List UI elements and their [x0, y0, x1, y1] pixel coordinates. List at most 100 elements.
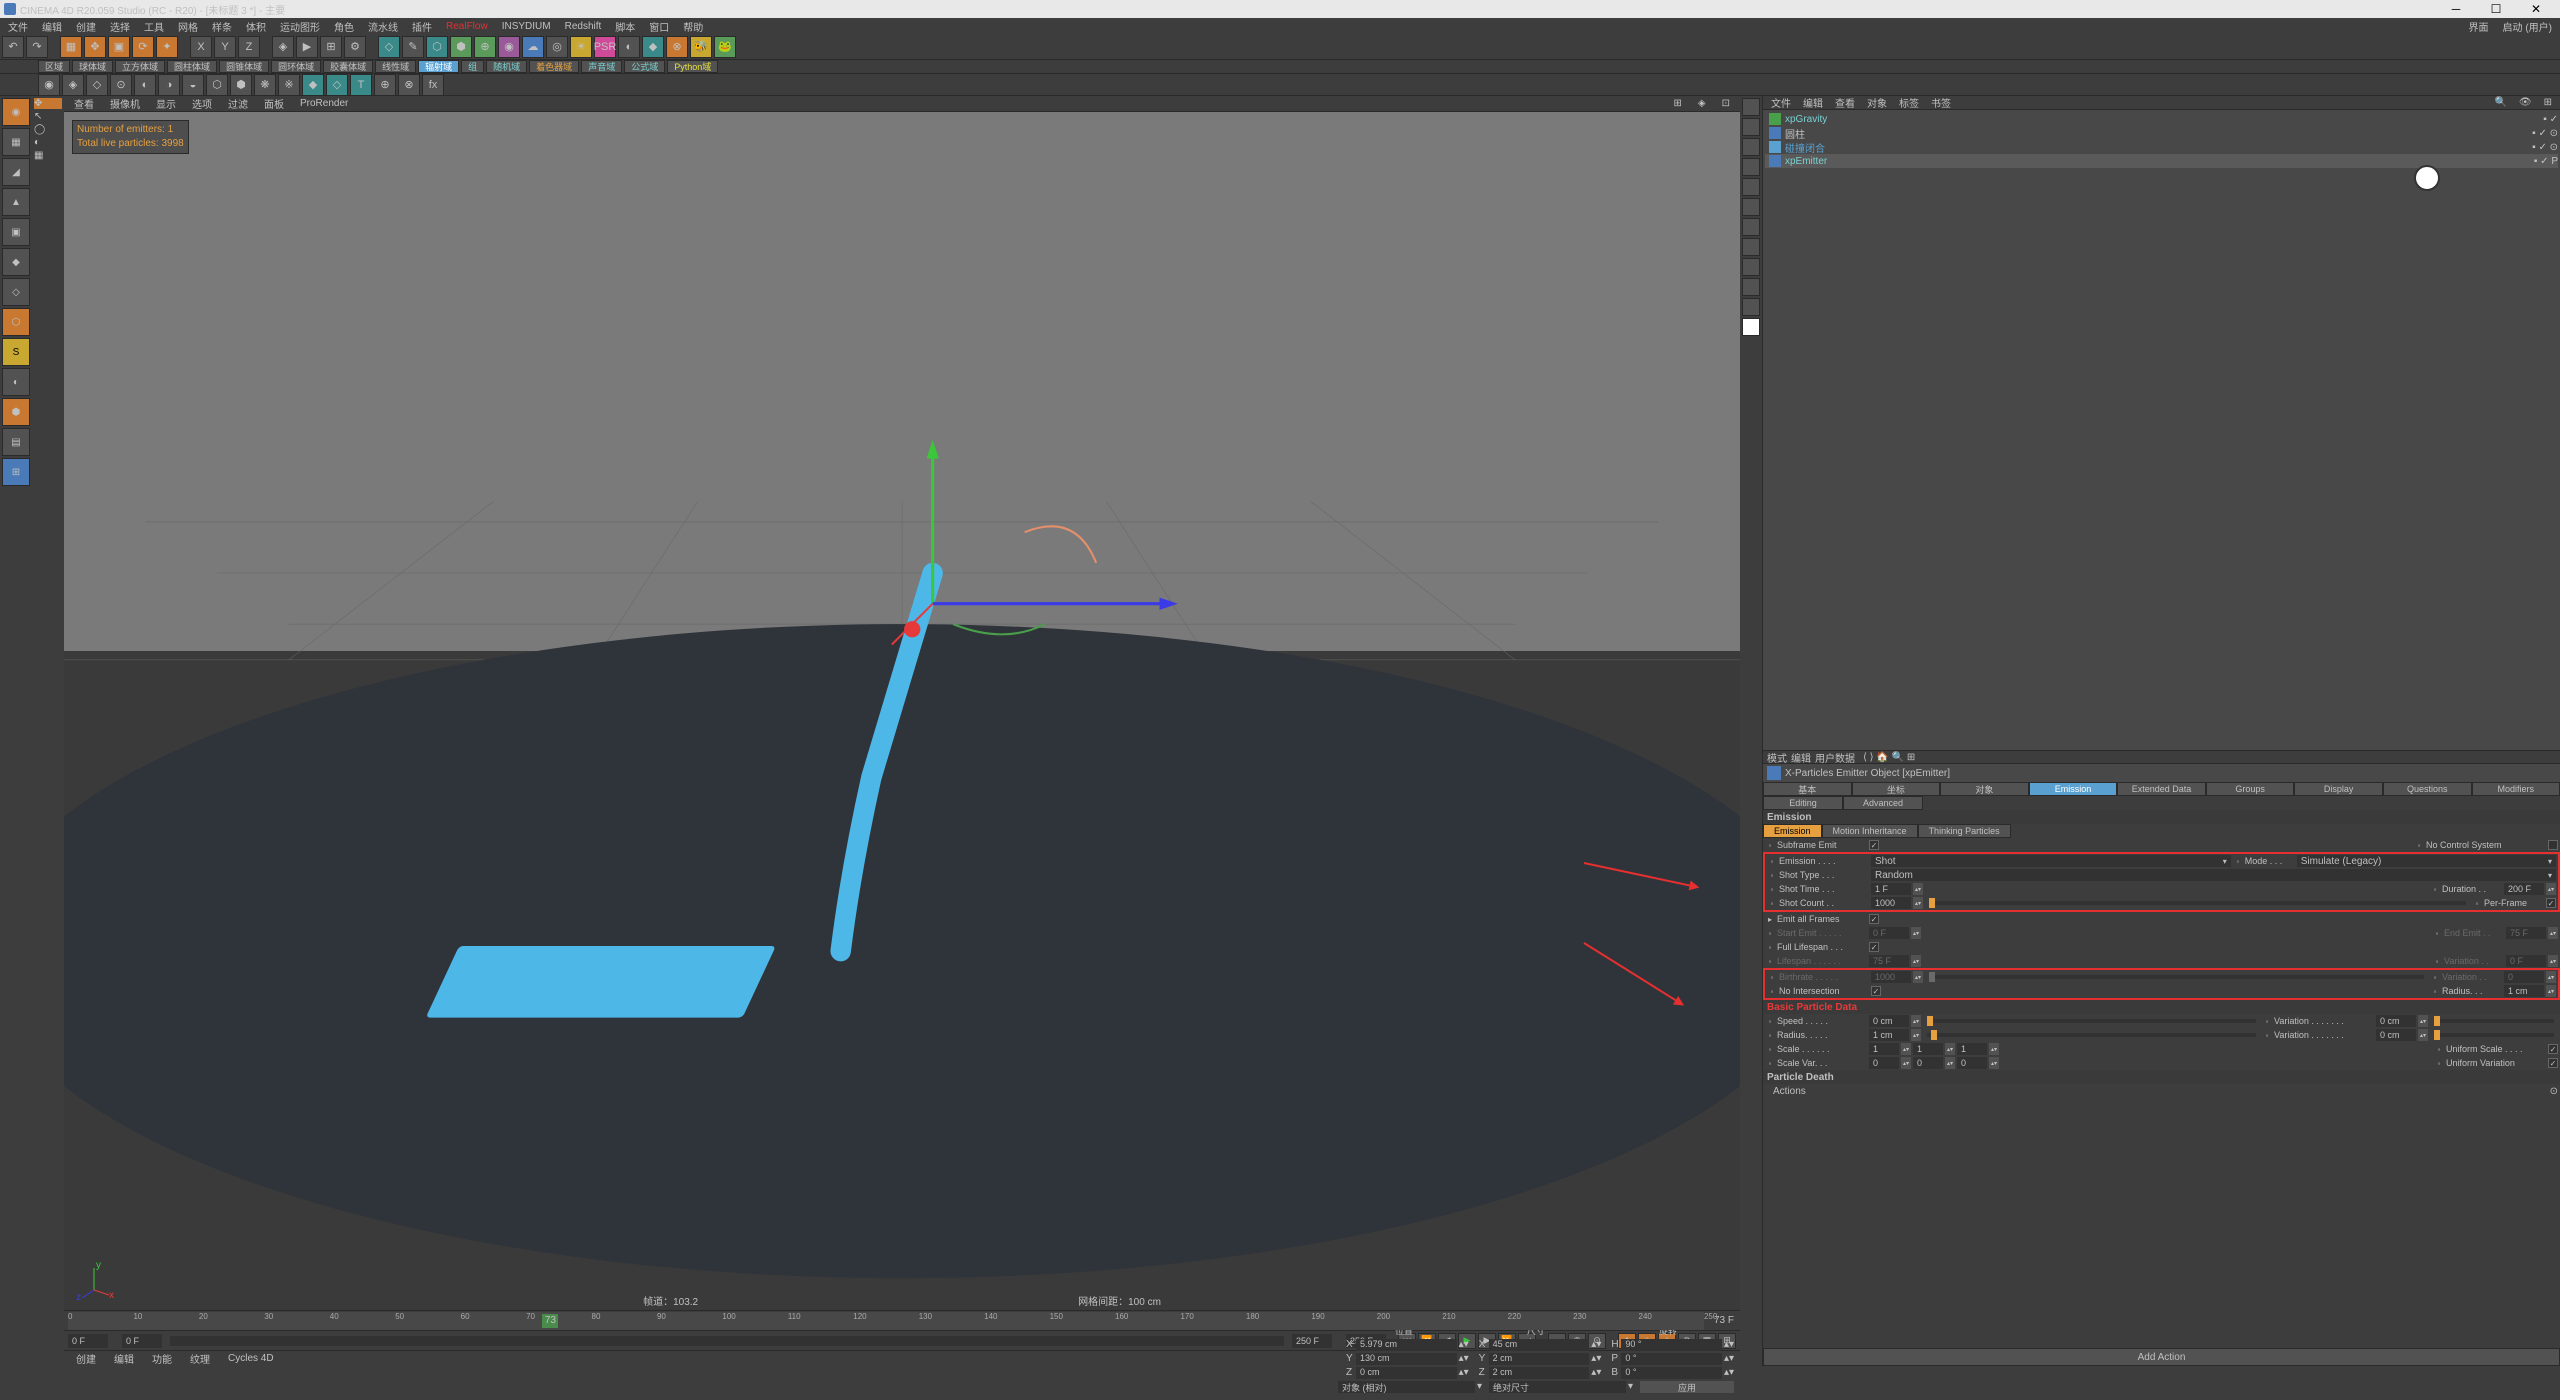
menu-select[interactable]: 选择 — [104, 19, 136, 34]
xp-icon[interactable]: ⊗ — [666, 36, 688, 58]
close-button[interactable]: ✕ — [2516, 0, 2556, 18]
speed-input[interactable]: 0 cm — [1869, 1015, 1909, 1027]
t3-12[interactable]: ◆ — [302, 74, 324, 96]
bt-edit[interactable]: 编辑 — [106, 1351, 142, 1366]
duration-input[interactable]: 200 F — [2504, 883, 2544, 895]
rt-1[interactable] — [1742, 98, 1760, 116]
vp-icon-1[interactable]: ⊞ — [1668, 98, 1688, 109]
cube-primitive[interactable]: ◇ — [378, 36, 400, 58]
lt-9[interactable]: S — [2, 338, 30, 366]
timeline-slider[interactable] — [170, 1336, 1284, 1346]
array[interactable]: ⊕ — [474, 36, 496, 58]
select-tool[interactable]: ▦ — [60, 36, 82, 58]
menu-volume[interactable]: 体积 — [240, 19, 272, 34]
scalevar-z[interactable]: 0 — [1957, 1057, 1987, 1069]
t3-3[interactable]: ◇ — [86, 74, 108, 96]
om-view[interactable]: 查看 — [1831, 95, 1859, 110]
pradius-slider[interactable] — [1927, 1033, 2256, 1037]
tab-groups[interactable]: Groups — [2206, 782, 2295, 796]
t3-6[interactable]: ◑ — [158, 74, 180, 96]
generator[interactable]: ⬢ — [450, 36, 472, 58]
tab-basic[interactable]: 基本 — [1763, 782, 1852, 796]
lt-model[interactable]: ◉ — [2, 98, 30, 126]
subframe-checkbox[interactable]: ✓ — [1869, 840, 1879, 850]
rt-11[interactable] — [1742, 298, 1760, 316]
vp-icon-3[interactable]: ⊡ — [1716, 98, 1736, 109]
size-y[interactable]: 2 cm — [1489, 1353, 1590, 1365]
scalevar-x[interactable]: 0 — [1869, 1057, 1899, 1069]
undo-button[interactable]: ↶ — [2, 36, 24, 58]
bee-icon[interactable]: 🐝 — [690, 36, 712, 58]
menu-redshift[interactable]: Redshift — [559, 21, 608, 32]
t3-4[interactable]: ⊙ — [110, 74, 132, 96]
pos-z[interactable]: 0 cm — [1356, 1367, 1457, 1379]
cur-frame[interactable]: 0 F — [122, 1334, 162, 1348]
move-tool[interactable]: ✥ — [84, 36, 106, 58]
om-object[interactable]: 对象 — [1863, 95, 1891, 110]
light[interactable]: ☀ — [570, 36, 592, 58]
speed-slider[interactable] — [1927, 1019, 2256, 1023]
tag-sphere[interactable]: 球体域 — [72, 60, 113, 73]
viewport[interactable]: Number of emitters: 1 Total live particl… — [64, 112, 1740, 1310]
lt-6[interactable]: ◆ — [2, 248, 30, 276]
om-file[interactable]: 文件 — [1767, 95, 1795, 110]
bt-func[interactable]: 功能 — [144, 1351, 180, 1366]
t3-16[interactable]: ⊗ — [398, 74, 420, 96]
apply-button[interactable]: 应用 — [1640, 1381, 1734, 1393]
t3-8[interactable]: ⬡ — [206, 74, 228, 96]
maximize-button[interactable]: ☐ — [2476, 0, 2516, 18]
tag[interactable]: PSR — [594, 36, 616, 58]
rt-2[interactable] — [1742, 118, 1760, 136]
rt-5[interactable] — [1742, 178, 1760, 196]
bt-create[interactable]: 创建 — [68, 1351, 104, 1366]
pos-y[interactable]: 130 cm — [1356, 1353, 1457, 1365]
am-nav[interactable]: ⟨ ⟩ 🏠 🔍 ⊞ — [1863, 752, 1915, 763]
tag-python[interactable]: Python域 — [667, 60, 718, 73]
om-tags[interactable]: 标签 — [1895, 95, 1923, 110]
tag-group[interactable]: 组 — [461, 60, 484, 73]
lt-5[interactable]: ▣ — [2, 218, 30, 246]
render-region[interactable]: ⊞ — [320, 36, 342, 58]
obj-xpgravity[interactable]: xpGravity ▪ ✓ — [1765, 112, 2558, 126]
tab-modifiers[interactable]: Modifiers — [2472, 782, 2560, 796]
om-bookmarks[interactable]: 书签 — [1927, 95, 1955, 110]
menu-plugins[interactable]: 插件 — [406, 19, 438, 34]
endemit-input[interactable]: 75 F — [2506, 927, 2546, 939]
om-eye-icon[interactable]: 👁 — [2515, 97, 2536, 108]
tab-emission[interactable]: Emission — [2029, 782, 2118, 796]
scale-y[interactable]: 1 — [1913, 1043, 1943, 1055]
tag-sound[interactable]: 声音域 — [581, 60, 622, 73]
mode-dropdown[interactable]: Simulate (Legacy) — [2297, 855, 2556, 867]
tab-extdata[interactable]: Extended Data — [2117, 782, 2206, 796]
tab-object[interactable]: 对象 — [1940, 782, 2029, 796]
birthrate-input[interactable]: 1000 — [1871, 971, 1911, 983]
perframe-checkbox[interactable]: ✓ — [2546, 898, 2556, 908]
scale-x[interactable]: 1 — [1869, 1043, 1899, 1055]
shottype-dropdown[interactable]: Random — [1871, 869, 2556, 881]
z-lock[interactable]: Z — [238, 36, 260, 58]
redo-button[interactable]: ↷ — [26, 36, 48, 58]
mograph-icon[interactable]: ◐ — [618, 36, 640, 58]
tag-cylinder[interactable]: 圆柱体域 — [167, 60, 217, 73]
emission-dropdown[interactable]: Shot — [1871, 855, 2231, 867]
add-action-button[interactable]: Add Action — [1763, 1348, 2560, 1366]
rt-3[interactable] — [1742, 138, 1760, 156]
obj-collision[interactable]: 碰撞闭合 ▪ ✓ ⊙ — [1765, 140, 2558, 154]
lt2-1[interactable]: ✥ — [34, 98, 62, 109]
menu-edit[interactable]: 编辑 — [36, 19, 68, 34]
lt-poly[interactable]: ▲ — [2, 188, 30, 216]
lifespan-input[interactable]: 75 F — [1869, 955, 1909, 967]
t3-13[interactable]: ◇ — [326, 74, 348, 96]
rot-b[interactable]: 0 ° — [1621, 1367, 1722, 1379]
deformer[interactable]: ◉ — [498, 36, 520, 58]
rt-7[interactable] — [1742, 218, 1760, 236]
shotcount-slider[interactable] — [1929, 901, 2466, 905]
am-edit[interactable]: 编辑 — [1791, 750, 1811, 765]
y-lock[interactable]: Y — [214, 36, 236, 58]
am-userdata[interactable]: 用户数据 — [1815, 750, 1855, 765]
scale-tool[interactable]: ▣ — [108, 36, 130, 58]
pos-x[interactable]: 5.979 cm — [1356, 1339, 1457, 1351]
coord-system[interactable]: ◈ — [272, 36, 294, 58]
minimize-button[interactable]: ─ — [2436, 0, 2476, 18]
speedvar-input[interactable]: 0 cm — [2376, 1015, 2416, 1027]
